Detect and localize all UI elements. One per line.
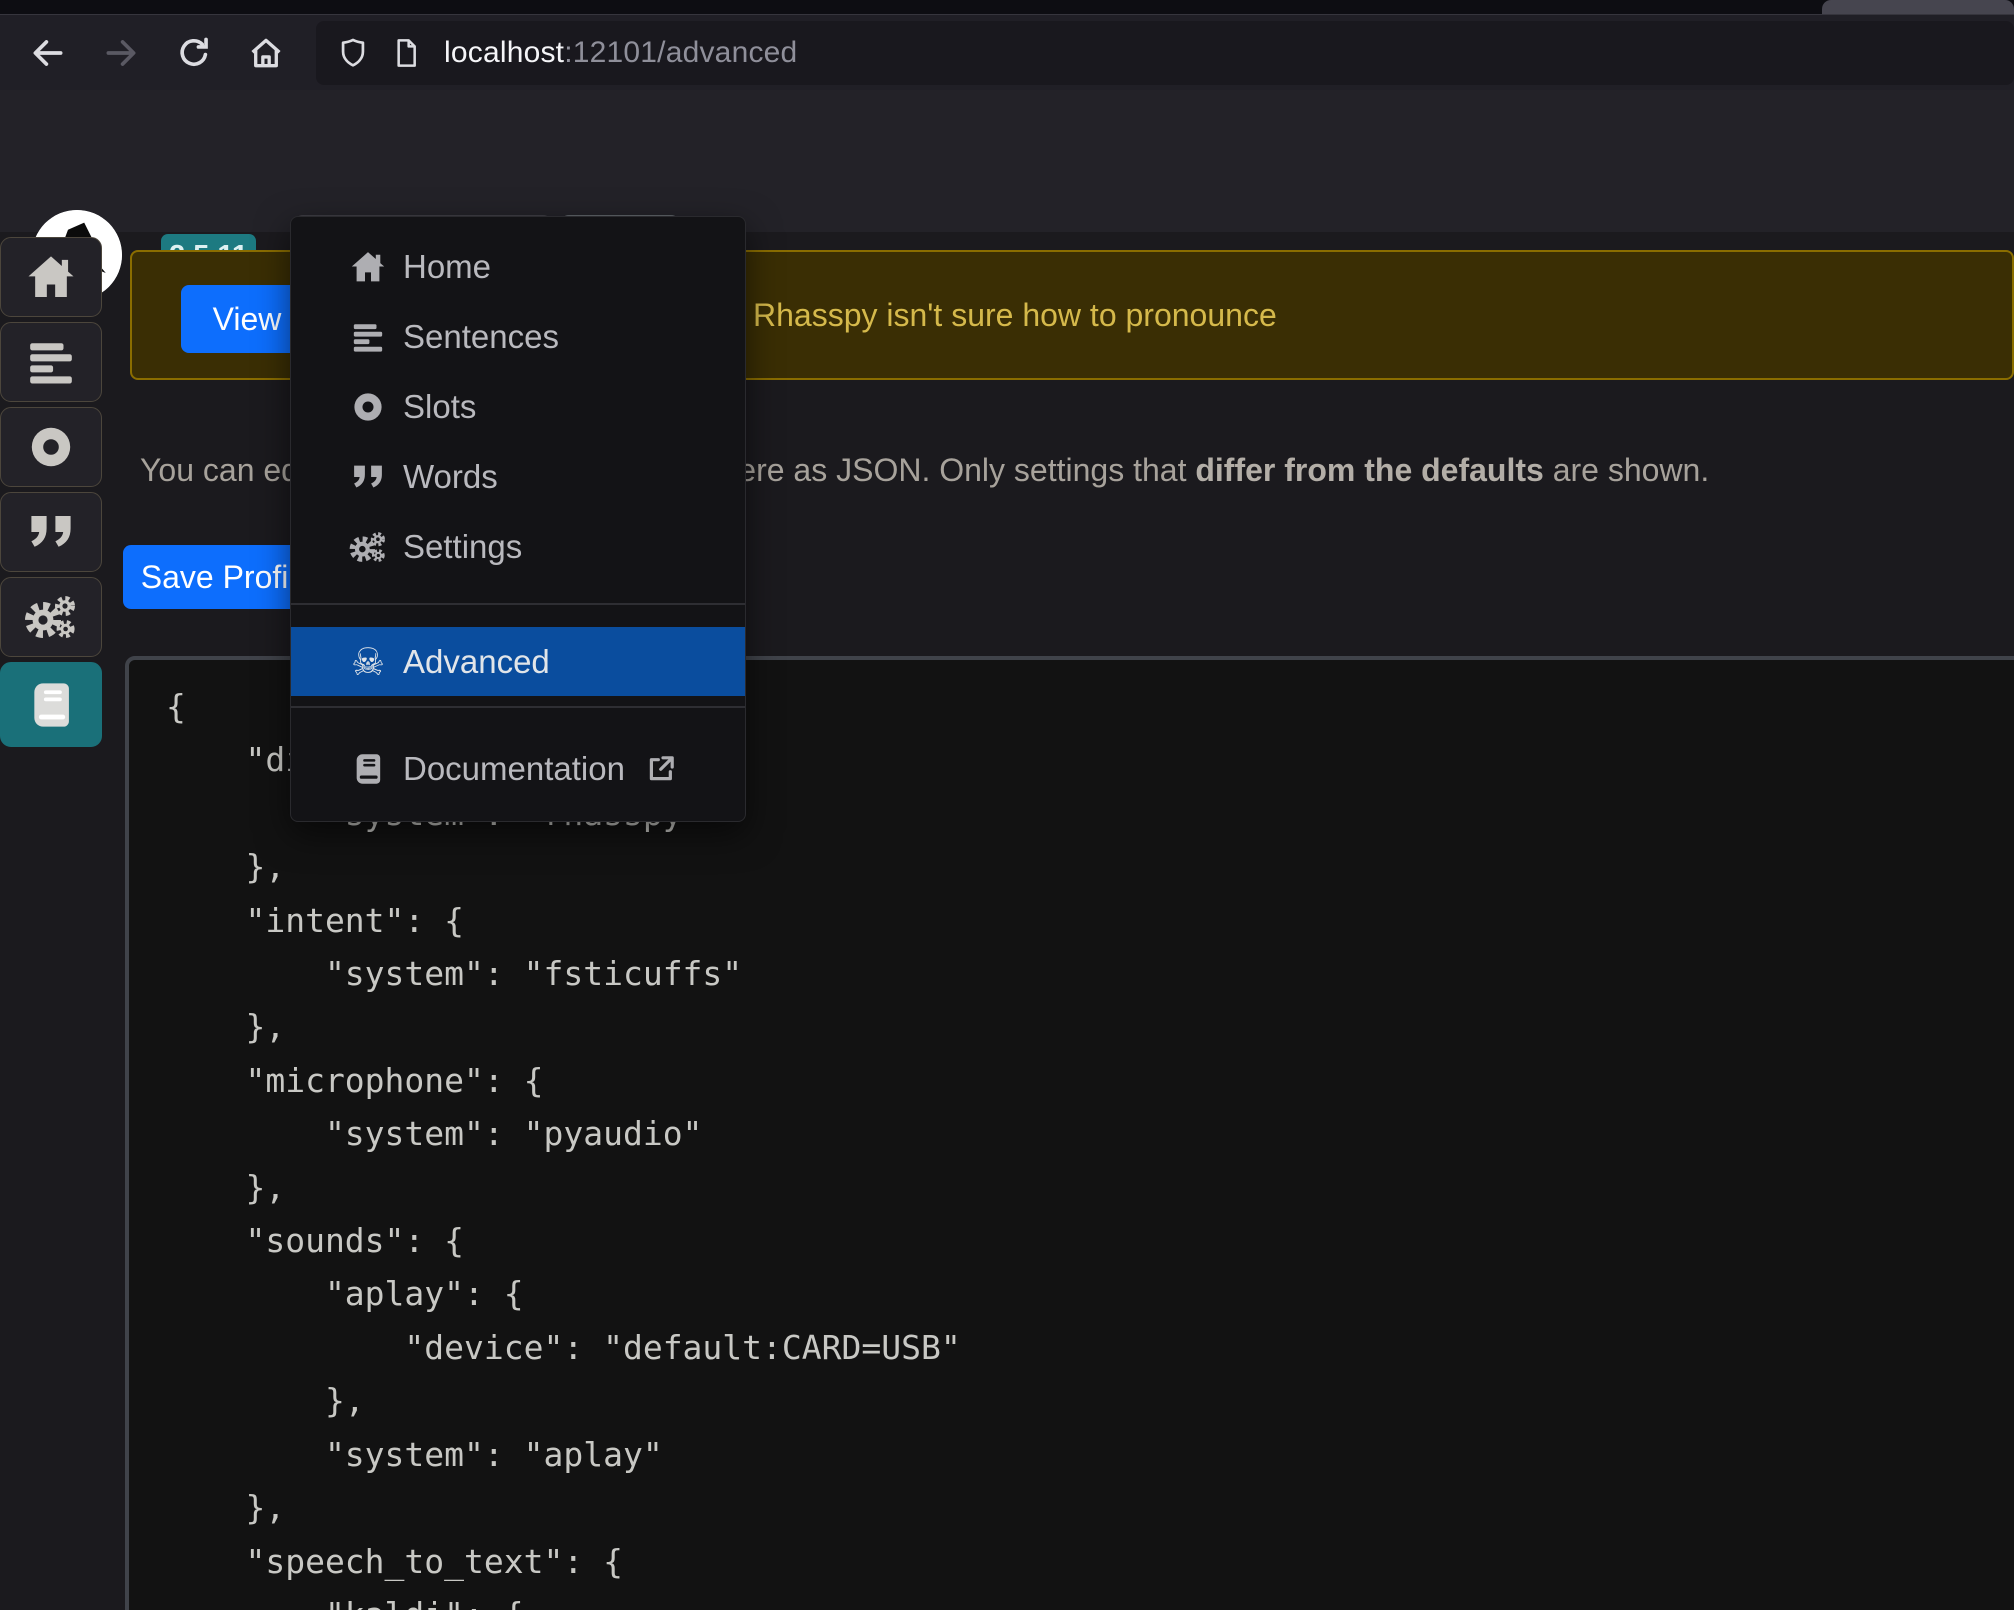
- shield-icon: [336, 36, 370, 70]
- menu-divider: [291, 706, 745, 708]
- menu-item-slots[interactable]: Slots: [291, 372, 745, 442]
- skull-icon: ☠: [348, 643, 388, 681]
- browser-tab-sliver[interactable]: [1822, 0, 2014, 14]
- intro-bold: differ from the defaults: [1195, 452, 1543, 488]
- browser-toolbar: localhost:12101/advanced: [0, 14, 2014, 91]
- book-icon: [26, 680, 76, 730]
- menu-item-label: Documentation: [403, 750, 625, 788]
- align-left-icon: [26, 337, 76, 387]
- back-icon: [29, 34, 67, 72]
- browser-tabstrip: [0, 0, 2014, 14]
- book-icon: [348, 752, 388, 786]
- menu-item-documentation[interactable]: Documentation: [291, 734, 745, 804]
- intro-after: are shown.: [1544, 452, 1709, 488]
- sidebar-item-settings[interactable]: [0, 577, 102, 657]
- sidebar-item-sentences[interactable]: [0, 322, 102, 402]
- menu-item-label: Slots: [403, 388, 476, 426]
- menu-item-label: Settings: [403, 528, 522, 566]
- page-icon: [390, 37, 422, 69]
- url-host: localhost: [444, 36, 564, 69]
- url-text: localhost:12101/advanced: [444, 36, 797, 70]
- home-icon: [348, 249, 388, 285]
- align-left-icon: [348, 320, 388, 354]
- gears-icon: [348, 530, 388, 564]
- back-button[interactable]: [20, 25, 76, 81]
- home-icon: [26, 252, 76, 302]
- menu-item-advanced[interactable]: ☠ Advanced: [291, 627, 745, 696]
- menu-item-words[interactable]: Words: [291, 442, 745, 512]
- sidebar-item-home[interactable]: [0, 237, 102, 317]
- menu-item-label: Home: [403, 248, 491, 286]
- url-bar[interactable]: localhost:12101/advanced: [316, 21, 2014, 85]
- quote-icon: [348, 460, 388, 494]
- reload-button[interactable]: [166, 25, 222, 81]
- forward-button[interactable]: [93, 25, 149, 81]
- url-path: :12101/advanced: [564, 36, 797, 69]
- menu-divider: [291, 603, 745, 605]
- banner-message: Rhasspy isn't sure how to pronounce: [753, 252, 1277, 378]
- record-icon: [348, 390, 388, 424]
- menu-item-label: Advanced: [403, 643, 550, 681]
- reload-icon: [175, 34, 213, 72]
- sidebar-item-words[interactable]: [0, 492, 102, 572]
- quote-icon: [27, 508, 75, 556]
- menu-item-home[interactable]: Home: [291, 232, 745, 302]
- forward-icon: [102, 34, 140, 72]
- menu-item-label: Sentences: [403, 318, 559, 356]
- menu-item-settings[interactable]: Settings: [291, 512, 745, 582]
- page-dropdown-menu: Home Sentences Slots Words: [290, 216, 746, 822]
- save-profile-label: Save Profile: [141, 559, 314, 596]
- record-icon: [27, 423, 75, 471]
- home-icon: [247, 34, 285, 72]
- screen: localhost:12101/advanced 2.5.11 Advanced…: [0, 0, 2014, 1610]
- sidebar-item-advanced[interactable]: [0, 662, 102, 747]
- view-button-label: View: [213, 301, 282, 338]
- menu-item-sentences[interactable]: Sentences: [291, 302, 745, 372]
- gears-icon: [23, 593, 79, 641]
- menu-item-label: Words: [403, 458, 498, 496]
- external-link-icon: [645, 753, 677, 785]
- sidebar-item-slots[interactable]: [0, 407, 102, 487]
- browser-home-button[interactable]: [238, 25, 294, 81]
- app-header: 2.5.11 Advanced Log: [0, 90, 2014, 232]
